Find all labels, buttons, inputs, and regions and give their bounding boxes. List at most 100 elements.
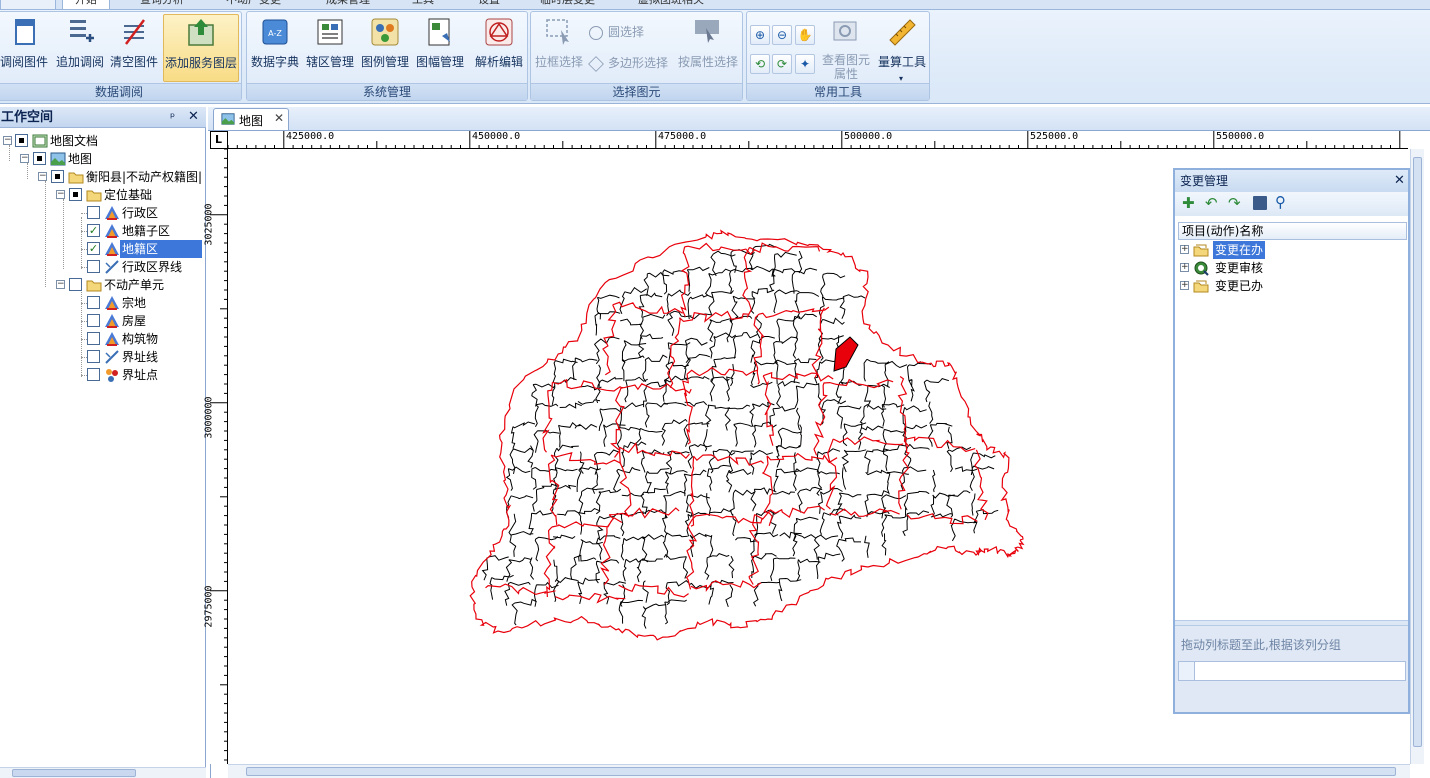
group-common-tools: ⊕ ⊖ ✋ ⟲ ⟳ ✦ 查看图元 属性 量算工具 ▾ 常用工具 (746, 11, 930, 101)
sheet-management-button[interactable]: 图幅管理 (413, 14, 467, 82)
checkbox-structure[interactable] (87, 332, 100, 345)
next-view-button[interactable]: ⟳ (772, 54, 792, 74)
full-extent-button[interactable]: ✦ (795, 54, 815, 74)
checkbox-boundary-line[interactable] (87, 350, 100, 363)
ruler-corner[interactable]: L (210, 131, 228, 149)
checkbox-cadastral-subzone[interactable]: ✓ (87, 224, 100, 237)
expand-icon[interactable]: + (1180, 245, 1189, 254)
redo-icon[interactable]: ↷ (1228, 195, 1244, 211)
polygon-select-button[interactable]: 多边形选择 (588, 53, 668, 73)
map-vscrollbar[interactable] (1410, 149, 1424, 764)
expand-icon[interactable]: + (1180, 263, 1189, 272)
tab-realty-change[interactable]: 不动产变更 (226, 0, 281, 9)
collapse-icon[interactable]: − (56, 190, 65, 199)
map-icon (50, 152, 66, 166)
tab-results[interactable]: 成果管理 (326, 0, 370, 9)
checkbox-cadastral-zone[interactable]: ✓ (87, 242, 100, 255)
checkbox-realty-unit[interactable] (69, 278, 82, 291)
tree-node-realty-unit[interactable]: − 不动产单元 (0, 276, 200, 294)
map-zone-boundaries (469, 229, 1025, 641)
workspace-hscrollbar[interactable] (0, 767, 206, 778)
checkbox-map[interactable] (33, 152, 46, 165)
tree-node-house[interactable]: 房屋 (0, 312, 200, 330)
tree-node-admin-boundary[interactable]: 行政区界线 (0, 258, 200, 276)
analytic-edit-button[interactable]: 解析编辑 (471, 14, 527, 82)
circle-select-button[interactable]: 圆选择 (589, 22, 644, 42)
checkbox-layer-group[interactable] (51, 170, 64, 183)
checkbox-house[interactable] (87, 314, 100, 327)
quick-access-button[interactable] (0, 0, 56, 9)
checkbox-base-positioning[interactable] (69, 188, 82, 201)
group-by-area[interactable]: 拖动列标题至此,根据该列分组 (1175, 626, 1408, 712)
checkbox-boundary-point[interactable] (87, 368, 100, 381)
document-tab-map[interactable]: 地图 ✕ (213, 108, 289, 130)
zoom-out-button[interactable]: ⊖ (772, 25, 792, 45)
clear-map-button[interactable]: 清空图件 (107, 14, 161, 82)
expand-icon[interactable]: + (1180, 281, 1189, 290)
previous-view-button[interactable]: ⟲ (750, 54, 770, 74)
pin-icon[interactable]: ᵖ (170, 110, 175, 124)
tab-settings[interactable]: 设置 (478, 0, 500, 9)
zoom-in-button[interactable]: ⊕ (750, 25, 770, 45)
legend-management-button[interactable]: 图例管理 (359, 14, 411, 82)
tree-node-base-positioning[interactable]: − 定位基础 (0, 186, 200, 204)
checkbox-parcel[interactable] (87, 296, 100, 309)
tree-node-cadastral-subzone[interactable]: ✓ 地籍子区 (0, 222, 200, 240)
vertical-ruler: 3025000 3000000 2975000 (204, 148, 228, 764)
tree-node-structure[interactable]: 构筑物 (0, 330, 200, 348)
tab-temp-layer-change[interactable]: 临时层变更 (540, 0, 595, 9)
horizontal-ruler: 425000.0 450000.0 475000.0 500000.0 5250… (227, 131, 1408, 149)
checkbox-map-document[interactable] (15, 134, 28, 147)
tab-start[interactable]: 开始 (62, 0, 110, 9)
tab-query-analysis[interactable]: 查询分析 (140, 0, 184, 9)
attribute-select-button[interactable]: 按属性选择 (675, 14, 741, 82)
polygon-layer-icon (105, 224, 119, 238)
ribbon-tab-strip: 开始 查询分析 不动产变更 成果管理 工具 设置 临时层变更 虚拟图斑相关 (0, 0, 1430, 10)
checkbox-admin-region[interactable] (87, 206, 100, 219)
collapse-icon[interactable]: − (3, 136, 12, 145)
load-map-button[interactable]: 调阅图件 (0, 14, 51, 82)
tree-node-admin-region[interactable]: 行政区 (0, 204, 200, 222)
undo-icon[interactable]: ↶ (1205, 195, 1221, 211)
workspace-close-icon[interactable]: ✕ (188, 109, 199, 124)
measure-tool-button[interactable]: 量算工具 ▾ (875, 14, 929, 83)
collapse-icon[interactable]: − (20, 154, 29, 163)
tree-node-boundary-line[interactable]: 界址线 (0, 348, 200, 366)
tree-node-cadastral-zone[interactable]: ✓ 地籍区 (0, 240, 202, 258)
tree-node-map-document[interactable]: − 地图文档 (0, 132, 200, 150)
group-title-system: 系统管理 (247, 83, 527, 100)
tree-node-map[interactable]: − 地图 (0, 150, 200, 168)
polygon-layer-icon (105, 296, 119, 310)
data-dictionary-button[interactable]: A-Z 数据字典 (249, 14, 301, 82)
collapse-icon[interactable]: − (38, 172, 47, 181)
district-management-button[interactable]: 辖区管理 (303, 14, 357, 82)
folder-stack-icon (1193, 244, 1209, 257)
tab-virtual-parcel[interactable]: 虚拟图斑相关 (638, 0, 704, 9)
tree-node-parcel[interactable]: 宗地 (0, 294, 200, 312)
tree-node-layer-group[interactable]: − 衡阳县|不动产权籍图| (0, 168, 205, 186)
tree-node-boundary-point[interactable]: 界址点 (0, 366, 200, 384)
add-service-layer-button[interactable]: 添加服务图层 (163, 14, 239, 82)
document-tab-close-icon[interactable]: ✕ (274, 111, 284, 125)
search-icon[interactable]: ⚲ (1275, 194, 1291, 210)
checkbox-admin-boundary[interactable] (87, 260, 100, 273)
append-load-button[interactable]: 追加调阅 (53, 14, 107, 82)
view-attributes-icon (833, 21, 857, 41)
line-layer-icon (105, 350, 119, 364)
change-panel-close-icon[interactable]: ✕ (1394, 173, 1405, 188)
map-hscroll-thumb[interactable] (246, 767, 1396, 776)
pan-button[interactable]: ✋ (795, 25, 815, 45)
add-icon[interactable]: ✚ (1182, 195, 1198, 211)
map-hscrollbar[interactable] (228, 764, 1410, 778)
map-vscroll-thumb[interactable] (1413, 157, 1422, 747)
save-icon[interactable] (1253, 196, 1267, 210)
collapse-icon[interactable]: − (56, 280, 65, 289)
rect-select-button[interactable]: 拉框选择 (533, 14, 585, 82)
workspace-hscroll-thumb[interactable] (12, 769, 136, 777)
view-feature-attributes-button[interactable]: 查看图元 属性 (819, 14, 873, 82)
ruler-label-x: 500000.0 (844, 131, 893, 142)
polygon-layer-icon (105, 206, 119, 220)
column-header-name[interactable]: 项目(动作)名称 (1178, 222, 1407, 240)
group-filter-row[interactable] (1178, 661, 1406, 681)
tab-tools[interactable]: 工具 (412, 0, 434, 9)
